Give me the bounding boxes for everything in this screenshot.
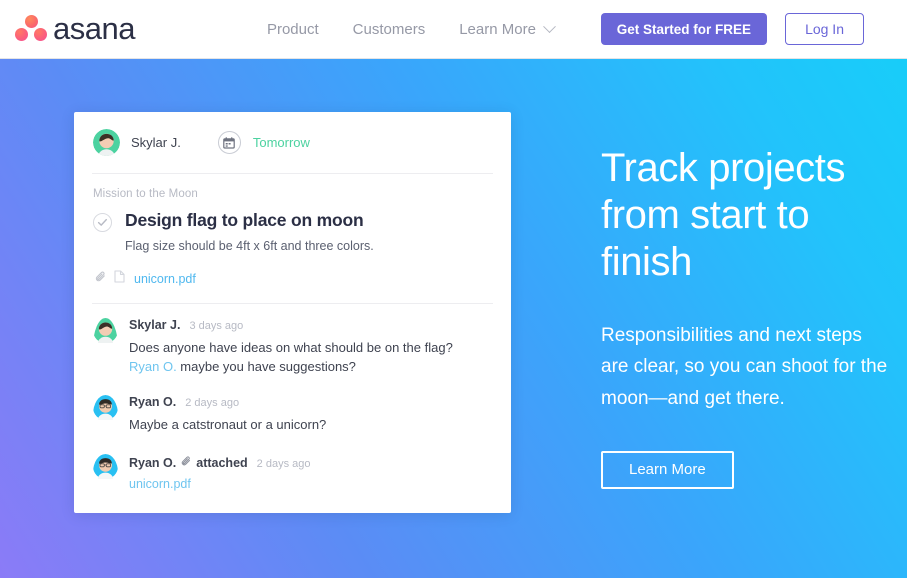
nav-item-learn-more[interactable]: Learn More	[459, 19, 556, 38]
chevron-down-icon	[543, 19, 556, 33]
comment-author: Skylar J.	[129, 318, 181, 332]
hero-heading: Track projects from start to finish	[601, 146, 846, 285]
check-circle-icon[interactable]	[93, 213, 112, 232]
card-assignee-row: Skylar J. Tomorrow	[74, 112, 511, 173]
paperclip-icon	[95, 270, 107, 288]
avatar-skylar-icon	[93, 129, 120, 156]
file-icon	[114, 270, 125, 288]
nav-item-customers[interactable]: Customers	[353, 21, 426, 38]
attachment-event-action: attached	[196, 455, 248, 470]
hero-learn-more-button[interactable]: Learn More	[601, 450, 734, 489]
attachment-event-item: Ryan O. attached 2 days ago unicorn.pdf	[74, 453, 511, 491]
get-started-button[interactable]: Get Started for FREE	[600, 13, 768, 45]
attachment-filename-link[interactable]: unicorn.pdf	[134, 272, 196, 286]
asana-three-dots-logo-icon	[14, 15, 48, 43]
nav-item-learn-more-label: Learn More	[459, 20, 536, 38]
comment-item: Ryan O. 2 days ago Maybe a catstronaut o…	[74, 395, 511, 434]
comment-timestamp: 3 days ago	[189, 320, 244, 332]
hero-copy: Track projects from start to finish Resp…	[601, 145, 891, 489]
log-in-button[interactable]: Log In	[785, 13, 864, 45]
nav-item-product-label: Product	[266, 20, 319, 38]
paperclip-icon	[181, 454, 192, 472]
nav-item-product[interactable]: Product	[267, 21, 319, 38]
avatar-ryan-icon	[93, 395, 118, 434]
divider-bottom	[92, 303, 493, 304]
task-attachment-row: unicorn.pdf	[74, 253, 511, 303]
comment-timestamp: 2 days ago	[185, 397, 240, 410]
calendar-icon[interactable]	[217, 131, 241, 154]
assignee-name: Skylar J.	[131, 135, 181, 150]
avatar-skylar-icon	[93, 318, 118, 376]
comment-text: Maybe a catstronaut or a unicorn?	[129, 417, 327, 433]
comment-text: Does anyone have ideas on what should be…	[129, 338, 453, 376]
nav-item-customers-label: Customers	[352, 20, 426, 38]
logo-wordmark: asana	[53, 11, 135, 46]
asana-logo[interactable]: asana	[14, 11, 135, 47]
task-detail-card: Skylar J. Tomorrow Mission to the Moon D…	[74, 112, 511, 513]
attachment-event-timestamp: 2 days ago	[256, 457, 311, 470]
site-header: asana Product Customers Learn More Get S…	[0, 0, 907, 59]
card-task-block: Mission to the Moon Design flag to place…	[74, 174, 511, 253]
avatar-ryan-icon	[93, 453, 118, 491]
attachment-event-filename-link[interactable]: unicorn.pdf	[129, 477, 310, 491]
attachment-event-author: Ryan O.	[129, 455, 177, 470]
comment-text-after: maybe you have suggestions?	[176, 359, 356, 375]
comment-mention[interactable]: Ryan O.	[129, 359, 177, 374]
task-title: Design flag to place on moon	[125, 210, 364, 230]
comment-item: Skylar J. 3 days ago Does anyone have id…	[74, 318, 511, 376]
header-actions: Get Started for FREE Log In	[600, 13, 864, 45]
task-description: Flag size should be 4ft x 6ft and three …	[125, 239, 374, 253]
hero-paragraph: Responsibilities and next steps are clea…	[601, 324, 888, 409]
comment-text-before: Does anyone have ideas on what should be…	[129, 340, 453, 355]
due-date-label: Tomorrow	[252, 135, 310, 150]
hero-section: Skylar J. Tomorrow Mission to the Moon D…	[0, 59, 907, 578]
project-label: Mission to the Moon	[93, 188, 198, 200]
main-nav: Product Customers Learn More	[267, 19, 556, 38]
comment-author: Ryan O.	[129, 395, 177, 410]
